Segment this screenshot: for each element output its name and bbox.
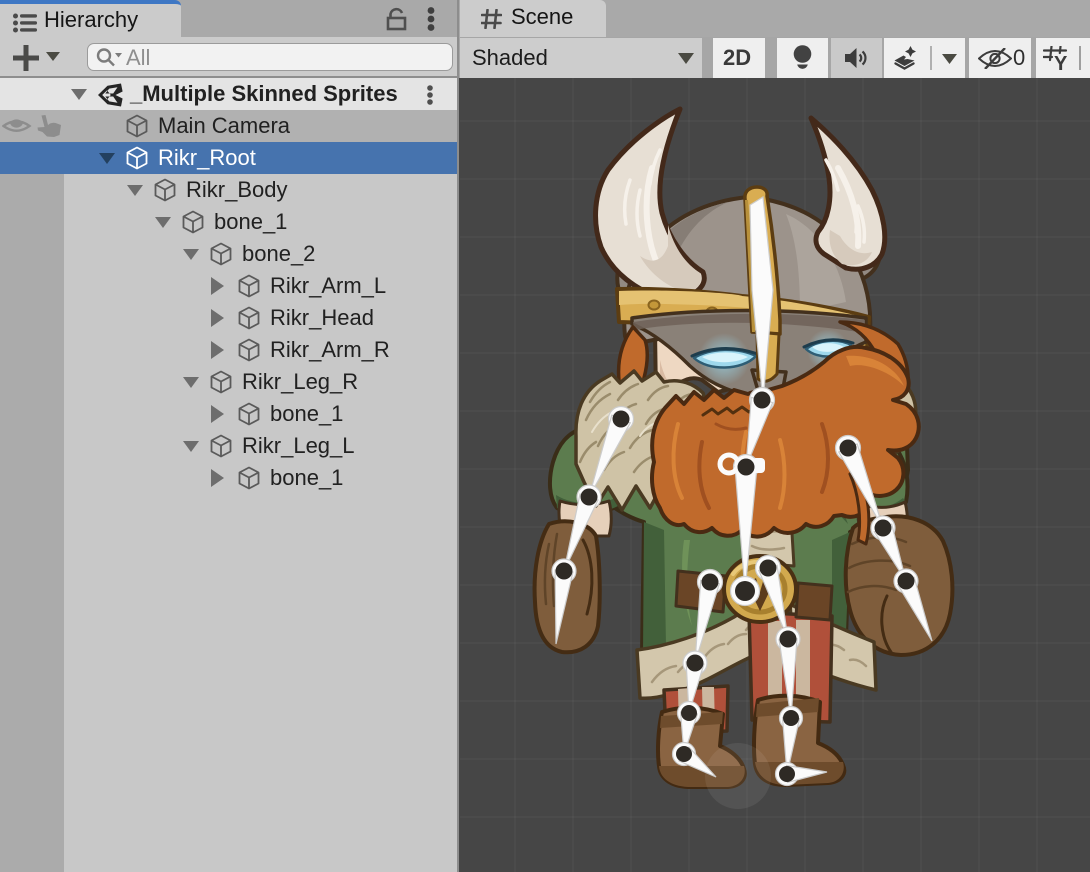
svg-text:Y: Y xyxy=(1054,53,1068,71)
